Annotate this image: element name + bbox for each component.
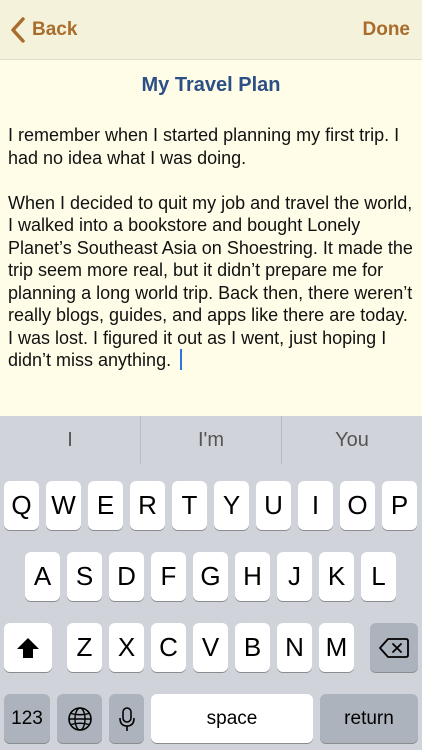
numbers-key[interactable]: 123 [4,694,50,743]
key-m[interactable]: M [319,623,354,672]
key-l[interactable]: L [361,552,396,601]
key-r[interactable]: R [130,481,165,530]
body-text: I remember when I started planning my fi… [8,125,413,370]
key-n[interactable]: N [277,623,312,672]
delete-key[interactable] [370,623,418,672]
key-i[interactable]: I [298,481,333,530]
text-cursor [180,349,183,370]
key-c[interactable]: C [151,623,186,672]
globe-key[interactable] [57,694,102,743]
key-u[interactable]: U [256,481,291,530]
key-g[interactable]: G [193,552,228,601]
microphone-key[interactable] [109,694,144,743]
suggestion-3[interactable]: You [282,416,422,464]
keyboard: I I'm You Q W E R T Y U I O P A S D F G … [0,416,422,750]
return-key[interactable]: return [320,694,418,743]
shift-icon [17,637,39,658]
key-a[interactable]: A [25,552,60,601]
key-e[interactable]: E [88,481,123,530]
done-button[interactable]: Done [363,14,411,46]
chevron-left-icon [11,17,25,43]
editor-area[interactable]: My Travel Plan I remember when I started… [0,60,422,416]
key-p[interactable]: P [382,481,417,530]
key-v[interactable]: V [193,623,228,672]
key-d[interactable]: D [109,552,144,601]
document-title: My Travel Plan [141,74,281,96]
navigation-bar: Back Done [0,0,422,60]
key-j[interactable]: J [277,552,312,601]
key-o[interactable]: O [340,481,375,530]
key-q[interactable]: Q [4,481,39,530]
document-body-text[interactable]: I remember when I started planning my fi… [8,124,416,372]
globe-icon [67,706,92,731]
key-f[interactable]: F [151,552,186,601]
key-w[interactable]: W [46,481,81,530]
key-k[interactable]: K [319,552,354,601]
suggestion-2[interactable]: I'm [141,416,281,464]
key-t[interactable]: T [172,481,207,530]
microphone-icon [118,706,135,731]
space-key[interactable]: space [151,694,313,743]
back-label: Back [32,19,78,40]
shift-key[interactable] [4,623,52,672]
suggestion-bar: I I'm You [0,416,422,464]
delete-icon [379,637,409,658]
key-z[interactable]: Z [67,623,102,672]
key-x[interactable]: X [109,623,144,672]
key-h[interactable]: H [235,552,270,601]
key-y[interactable]: Y [214,481,249,530]
back-button[interactable]: Back [10,14,77,46]
suggestion-1[interactable]: I [0,416,140,464]
key-b[interactable]: B [235,623,270,672]
key-s[interactable]: S [67,552,102,601]
